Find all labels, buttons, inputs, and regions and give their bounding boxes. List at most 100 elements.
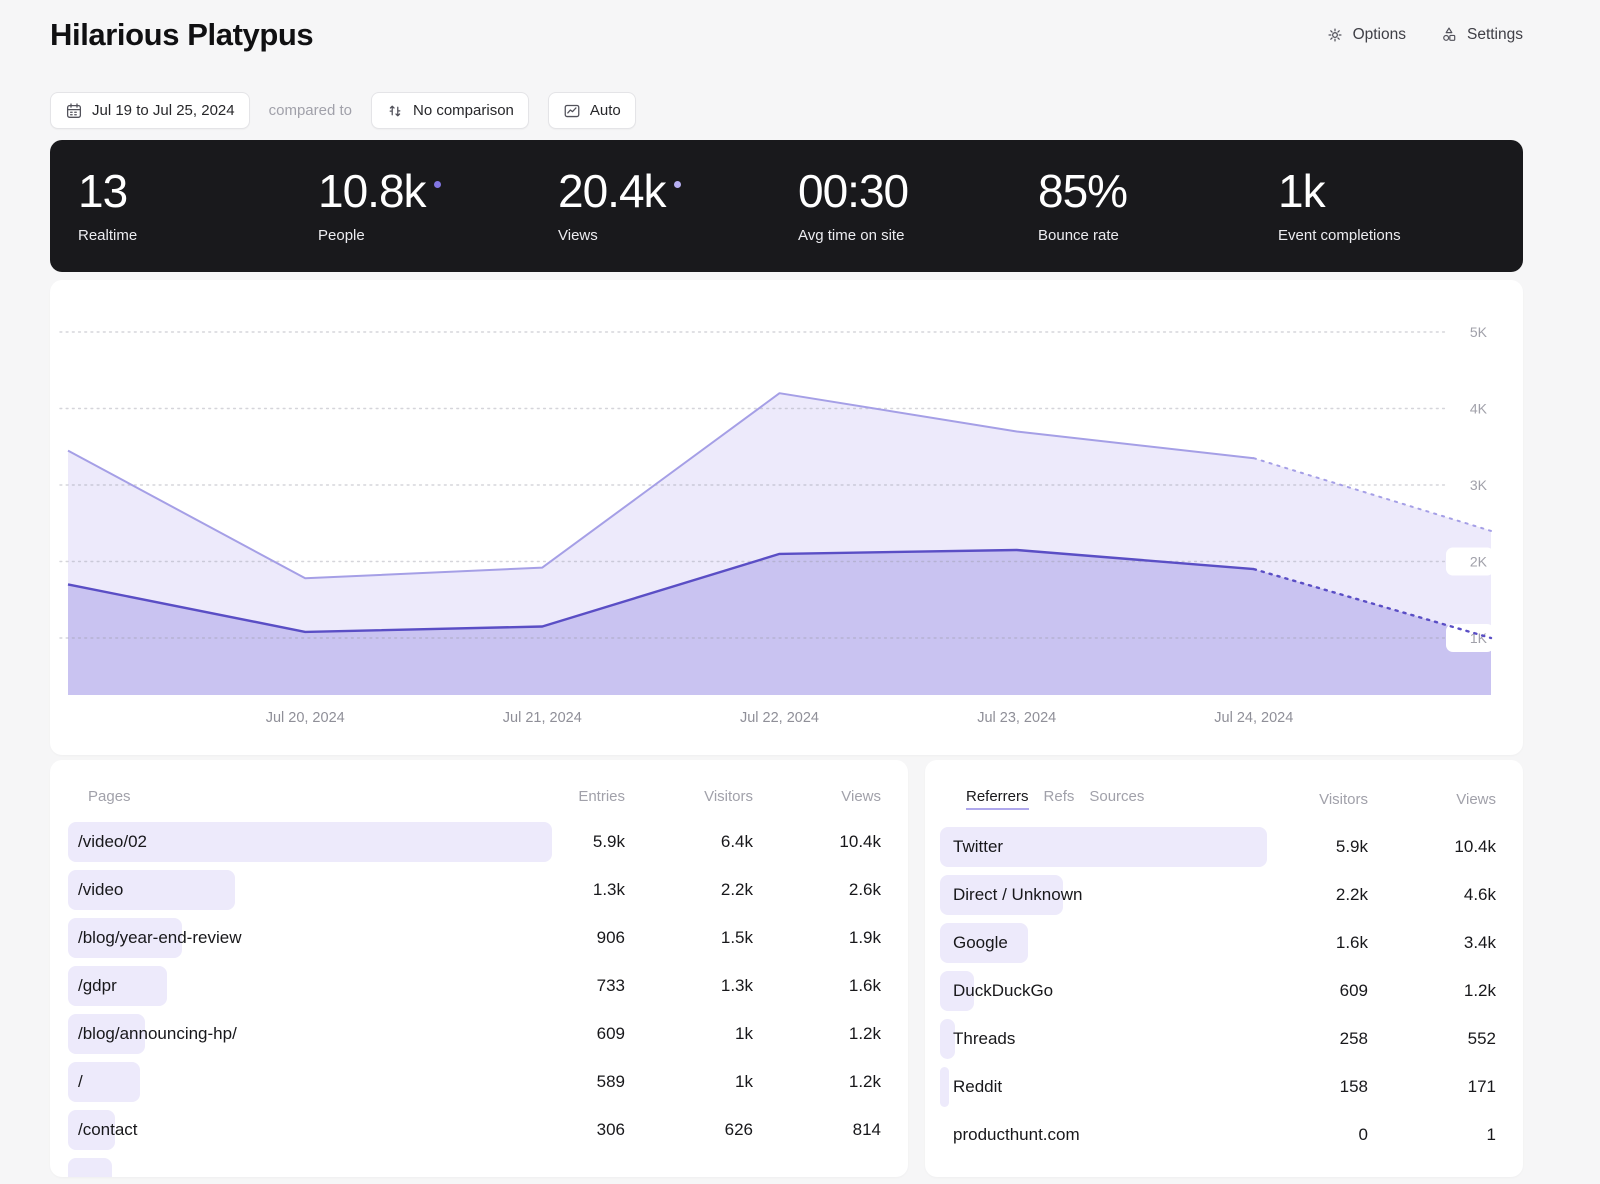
x-tick-label: Jul 22, 2024 [740,710,819,726]
y-tick-label: 5K [1470,324,1488,340]
row-visitors: 1k [625,1024,753,1044]
referrer-row[interactable]: Reddit158171 [940,1063,1496,1111]
chart-card: 1K2K3K4K5KJul 20, 2024Jul 21, 2024Jul 22… [50,280,1523,755]
stat-views[interactable]: 20.4kViews [558,168,798,244]
row-label: /gdpr [68,976,117,996]
date-range-label: Jul 19 to Jul 25, 2024 [92,102,235,119]
row-entries: 306 [497,1120,625,1140]
row-entries: 906 [497,928,625,948]
pages-column-visitors[interactable]: Visitors [625,788,753,805]
row-visitors: 1.5k [625,928,753,948]
referrers-card: Referrers Refs Sources VisitorsViews Twitt… [925,760,1523,1177]
referrer-row[interactable]: DuckDuckGo6091.2k [940,967,1496,1015]
stat-people[interactable]: 10.8k People [318,168,558,244]
analytics-dashboard: Hilarious Platypus Options [0,0,1600,1177]
page-row[interactable]: /video1.3k2.2k2.6k [68,866,881,914]
row-label: Google [940,933,1008,953]
stat-value: 20.4k [558,168,666,214]
stat-event-completions[interactable]: 1kEvent completions [1278,168,1518,244]
row-visitors: 0 [1240,1125,1368,1145]
stat-value: 10.8k [318,168,426,214]
row-views: 4.6k [1368,885,1496,905]
row-label: /video/02 [68,832,147,852]
gear-icon [1326,26,1344,44]
stat-label: Realtime [78,227,318,244]
tab-referrers[interactable]: Referrers [966,788,1029,810]
row-name-cell: DuckDuckGo [940,971,1240,1011]
row-label: /video [68,880,123,900]
y-tick-label: 3K [1470,477,1488,493]
row-views: 1 [1368,1125,1496,1145]
x-tick-label: Jul 20, 2024 [266,710,345,726]
row-entries: 733 [497,976,625,996]
pages-column-entries[interactable]: Entries [497,788,625,805]
row-label: producthunt.com [940,1125,1080,1145]
page-row[interactable]: /contact306626814 [68,1106,881,1154]
row-label: DuckDuckGo [940,981,1053,1001]
row-label: /blog/year-end-review [68,928,241,948]
row-name-cell: /video [68,870,497,910]
row-name-cell: Google [940,923,1240,963]
page-row[interactable]: /blog/announcing-hp/6091k1.2k [68,1010,881,1058]
series-dot [434,181,441,188]
page-row[interactable]: /5891k1.2k [68,1058,881,1106]
pages-rows: /video/025.9k6.4k10.4k/video1.3k2.2k2.6k… [50,818,908,1177]
compared-to-label: compared to [269,102,352,119]
row-label: / [68,1072,83,1092]
row-entries: 1.3k [497,880,625,900]
page-row[interactable]: /blog/year-end-review9061.5k1.9k [68,914,881,962]
row-visitors: 158 [1240,1077,1368,1097]
row-visitors: 258 [1240,1029,1368,1049]
referrer-row[interactable]: Google1.6k3.4k [940,919,1496,967]
stat-value: 85% [1038,168,1127,214]
stat-value: 13 [78,168,127,214]
row-views: 10.4k [753,832,881,852]
row-views: 2.6k [753,880,881,900]
tables-section: Pages EntriesVisitorsViews /video/025.9k… [50,760,1523,1177]
y-tick-label: 2K [1470,554,1488,570]
compare-arrows-icon [386,102,404,120]
tab-sources[interactable]: Sources [1089,788,1144,805]
row-views: 1.2k [753,1072,881,1092]
pages-title: Pages [78,788,497,805]
shapes-icon [1440,26,1458,44]
stat-realtime[interactable]: 13 Realtime [78,168,318,244]
referrer-row[interactable]: producthunt.com 01 [940,1111,1496,1159]
comparison-button[interactable]: No comparison [371,92,529,129]
pages-column-views[interactable]: Views [753,788,881,805]
traffic-chart[interactable]: 1K2K3K4K5KJul 20, 2024Jul 21, 2024Jul 22… [50,280,1523,755]
referrers-rows: Twitter5.9k10.4kDirect / Unknown2.2k4.6k… [925,823,1523,1159]
topbar: Hilarious Platypus Options [50,0,1523,56]
page-row[interactable]: /video/025.9k6.4k10.4k [68,818,881,866]
page-row[interactable] [68,1154,881,1177]
row-views: 1.2k [753,1024,881,1044]
referrer-tabs: Referrers Refs Sources [953,788,1240,810]
options-button[interactable]: Options [1326,26,1406,44]
chart-style-button[interactable]: Auto [548,92,636,129]
row-visitors: 609 [1240,981,1368,1001]
x-tick-label: Jul 24, 2024 [1214,710,1293,726]
row-name-cell: Reddit [940,1067,1240,1107]
date-range-button[interactable]: Jul 19 to Jul 25, 2024 [50,92,250,129]
stat-label: People [318,227,558,244]
page-row[interactable]: /gdpr 7331.3k1.6k [68,962,881,1010]
row-label: /blog/announcing-hp/ [68,1024,237,1044]
row-name-cell: /blog/announcing-hp/ [68,1014,497,1054]
referrer-row[interactable]: Direct / Unknown2.2k4.6k [940,871,1496,919]
referrer-row[interactable]: Twitter5.9k10.4k [940,823,1496,871]
row-visitors: 1.3k [625,976,753,996]
referrer-row[interactable]: Threads258552 [940,1015,1496,1063]
stat-avg-time-on-site[interactable]: 00:30Avg time on site [798,168,1038,244]
row-label: Threads [940,1029,1015,1049]
referrers-column-views[interactable]: Views [1368,791,1496,808]
referrers-column-visitors[interactable]: Visitors [1240,791,1368,808]
referrers-card-head: Referrers Refs Sources VisitorsViews [925,760,1523,823]
row-views: 1.6k [753,976,881,996]
stat-label: Avg time on site [798,227,1038,244]
settings-button[interactable]: Settings [1440,26,1523,44]
row-name-cell: /blog/year-end-review [68,918,497,958]
tab-refs[interactable]: Refs [1044,788,1075,805]
row-visitors: 1.6k [1240,933,1368,953]
options-label: Options [1353,26,1406,44]
stat-bounce-rate[interactable]: 85%Bounce rate [1038,168,1278,244]
